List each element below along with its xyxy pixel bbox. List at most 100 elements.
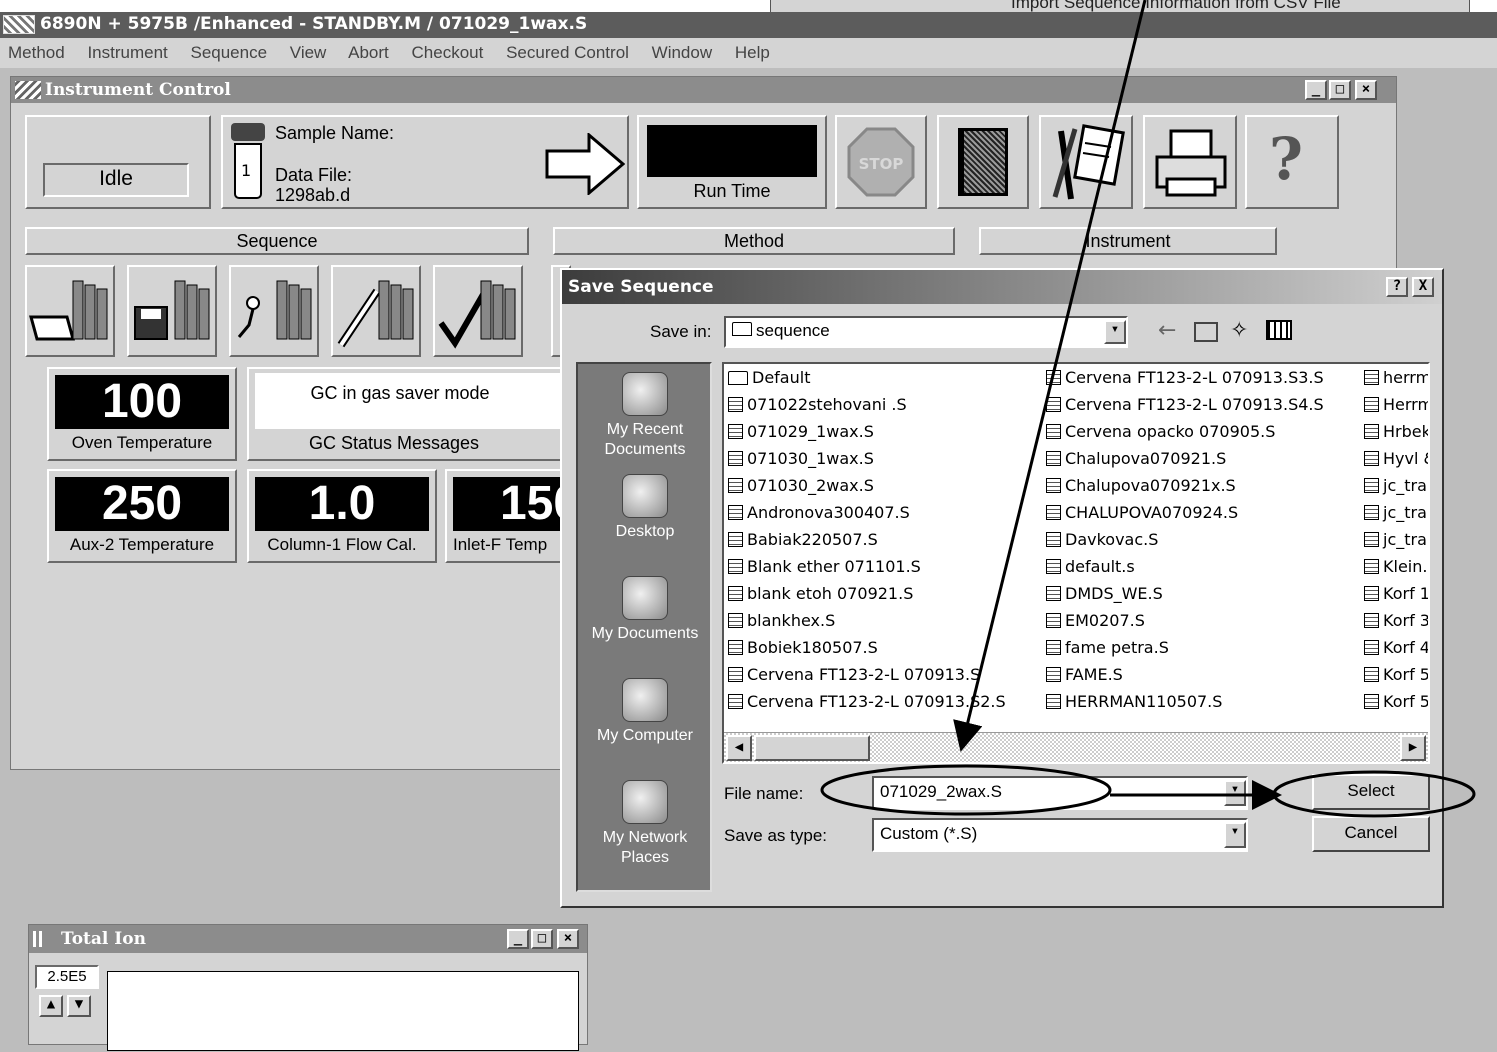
maximize-button[interactable]: □ (1329, 80, 1351, 100)
place-my-recent-documents[interactable]: My Recent Documents (578, 372, 712, 460)
file-list-item[interactable]: Korf 3 (1364, 611, 1428, 630)
file-name-input[interactable]: 071029_2wax.S ▾ (872, 776, 1248, 810)
my-computer-icon (622, 678, 668, 722)
sequence-section-header: Sequence (25, 227, 529, 255)
file-list-item[interactable]: Herrm (1364, 395, 1428, 414)
file-list-item[interactable]: EM0207.S (1046, 611, 1145, 630)
file-list-item[interactable]: 071030_2wax.S (728, 476, 874, 495)
file-list-item[interactable]: Chalupova070921.S (1046, 449, 1226, 468)
scroll-thumb[interactable] (754, 735, 870, 761)
place-desktop[interactable]: Desktop (578, 474, 712, 542)
file-list-item[interactable]: Chalupova070921x.S (1046, 476, 1236, 495)
file-list-item[interactable]: Cervena FT123-2-L 070913.S4.S (1046, 395, 1324, 414)
file-list-item[interactable]: Bobiek180507.S (728, 638, 878, 657)
file-list-item[interactable]: Korf 4 (1364, 638, 1428, 657)
file-name-text: 071030_2wax.S (747, 476, 874, 495)
file-list-item[interactable]: CHALUPOVA070924.S (1046, 503, 1238, 522)
file-list-item[interactable]: default.s (1046, 557, 1135, 576)
edit-sequence-button[interactable] (331, 265, 421, 357)
select-button[interactable]: Select (1312, 774, 1430, 810)
total-ion-maximize-button[interactable]: □ (531, 929, 553, 949)
file-list-item[interactable]: 071029_1wax.S (728, 422, 874, 441)
total-ion-minimize-button[interactable]: _ (507, 929, 529, 949)
file-name-text: Davkovac.S (1065, 530, 1159, 549)
menu-view[interactable]: View (290, 43, 327, 62)
file-list-item[interactable]: Hrbek (1364, 422, 1428, 441)
file-list-item[interactable]: fame petra.S (1046, 638, 1169, 657)
dialog-help-button[interactable]: ? (1386, 277, 1408, 297)
file-list-item[interactable]: 071022stehovani .S (728, 395, 907, 414)
menu-window[interactable]: Window (652, 43, 712, 62)
file-name-dropdown-arrow[interactable]: ▾ (1224, 780, 1246, 806)
file-list-item[interactable]: FAME.S (1046, 665, 1123, 684)
view-menu-icon[interactable] (1266, 320, 1292, 340)
open-folder-vials-icon (29, 280, 108, 341)
cancel-button[interactable]: Cancel (1312, 816, 1430, 852)
save-as-type-dropdown[interactable]: Custom (*.S) ▾ (872, 818, 1248, 852)
file-list-item[interactable]: jc_tra (1364, 503, 1427, 522)
instrument-control-title-bar: Instrument Control _ □ × (11, 77, 1396, 103)
logbook-button[interactable] (937, 115, 1029, 209)
start-run-arrow-icon[interactable] (545, 133, 625, 195)
back-icon[interactable]: ← (1158, 318, 1176, 343)
place-my-computer[interactable]: My Computer (578, 678, 712, 746)
close-button[interactable]: × (1355, 80, 1377, 100)
menu-help[interactable]: Help (735, 43, 770, 62)
menu-secured-control[interactable]: Secured Control (506, 43, 629, 62)
file-list-item[interactable]: Korf 5 (1364, 692, 1428, 711)
file-list-item[interactable]: DMDS_WE.S (1046, 584, 1163, 603)
run-sequence-button[interactable] (229, 265, 319, 357)
menu-instrument[interactable]: Instrument (87, 43, 167, 62)
sequence-file-icon (1364, 505, 1379, 520)
stop-button[interactable]: STOP (835, 115, 927, 209)
load-sequence-button[interactable] (25, 265, 115, 357)
help-button[interactable]: ? (1245, 115, 1339, 209)
column1-flow-panel: 1.0 Column-1 Flow Cal. (247, 469, 437, 563)
file-list-item[interactable]: Davkovac.S (1046, 530, 1158, 549)
file-list-item[interactable]: blankhex.S (728, 611, 835, 630)
file-list-item[interactable]: Korf 5 (1364, 665, 1428, 684)
file-name-text: Bobiek180507.S (747, 638, 878, 657)
menu-abort[interactable]: Abort (348, 43, 389, 62)
file-list-item[interactable]: 071030_1wax.S (728, 449, 874, 468)
file-list-item[interactable]: Klein. (1364, 557, 1427, 576)
save-sequence-button[interactable] (127, 265, 217, 357)
save-in-dropdown-arrow[interactable]: ▾ (1104, 320, 1126, 344)
file-list-item[interactable]: herrm (1364, 368, 1428, 387)
file-list[interactable]: Default 071022stehovani .S 071029_1wax.S 07… (722, 362, 1430, 764)
dialog-close-button[interactable]: X (1412, 277, 1434, 297)
file-list-item[interactable]: Andronova300407.S (728, 503, 910, 522)
file-list-item[interactable]: Default (728, 368, 810, 387)
validate-sequence-button[interactable] (433, 265, 523, 357)
print-button[interactable] (1143, 115, 1237, 209)
file-list-item[interactable]: Cervena FT123-2-L 070913.S (728, 665, 980, 684)
file-list-item[interactable]: HERRMAN110507.S (1046, 692, 1222, 711)
file-list-item[interactable]: Cervena FT123-2-L 070913.S2.S (728, 692, 1006, 711)
file-list-item[interactable]: blank etoh 070921.S (728, 584, 913, 603)
scale-up-button[interactable]: ▲ (39, 995, 63, 1017)
file-list-item[interactable]: Babiak220507.S (728, 530, 878, 549)
minimize-button[interactable]: _ (1305, 80, 1327, 100)
place-my-documents[interactable]: My Documents (578, 576, 712, 644)
save-as-type-dropdown-arrow[interactable]: ▾ (1224, 822, 1246, 848)
file-list-item[interactable]: Hyvl & (1364, 449, 1428, 468)
up-folder-icon[interactable] (1194, 322, 1218, 342)
menu-sequence[interactable]: Sequence (190, 43, 267, 62)
scroll-left-button[interactable]: ◀ (726, 735, 752, 761)
total-ion-close-button[interactable]: × (557, 929, 579, 949)
new-folder-icon[interactable]: ✧ (1230, 318, 1248, 343)
file-list-item[interactable]: Blank ether 071101.S (728, 557, 921, 576)
file-list-item[interactable]: jc_tra (1364, 476, 1427, 495)
menu-method[interactable]: Method (8, 43, 65, 62)
place-my-network-places[interactable]: My Network Places (578, 780, 712, 868)
save-in-dropdown[interactable]: sequence ▾ (724, 316, 1128, 348)
file-list-item[interactable]: Cervena opacko 070905.S (1046, 422, 1275, 441)
instrument-config-button[interactable] (1039, 115, 1133, 209)
scale-down-button[interactable]: ▼ (67, 995, 91, 1017)
file-list-item[interactable]: Cervena FT123-2-L 070913.S3.S (1046, 368, 1324, 387)
scroll-right-button[interactable]: ▶ (1400, 735, 1426, 761)
horizontal-scrollbar[interactable]: ◀ ▶ (724, 732, 1428, 762)
file-list-item[interactable]: Korf 1 (1364, 584, 1428, 603)
menu-checkout[interactable]: Checkout (412, 43, 484, 62)
file-list-item[interactable]: jc_tra (1364, 530, 1427, 549)
